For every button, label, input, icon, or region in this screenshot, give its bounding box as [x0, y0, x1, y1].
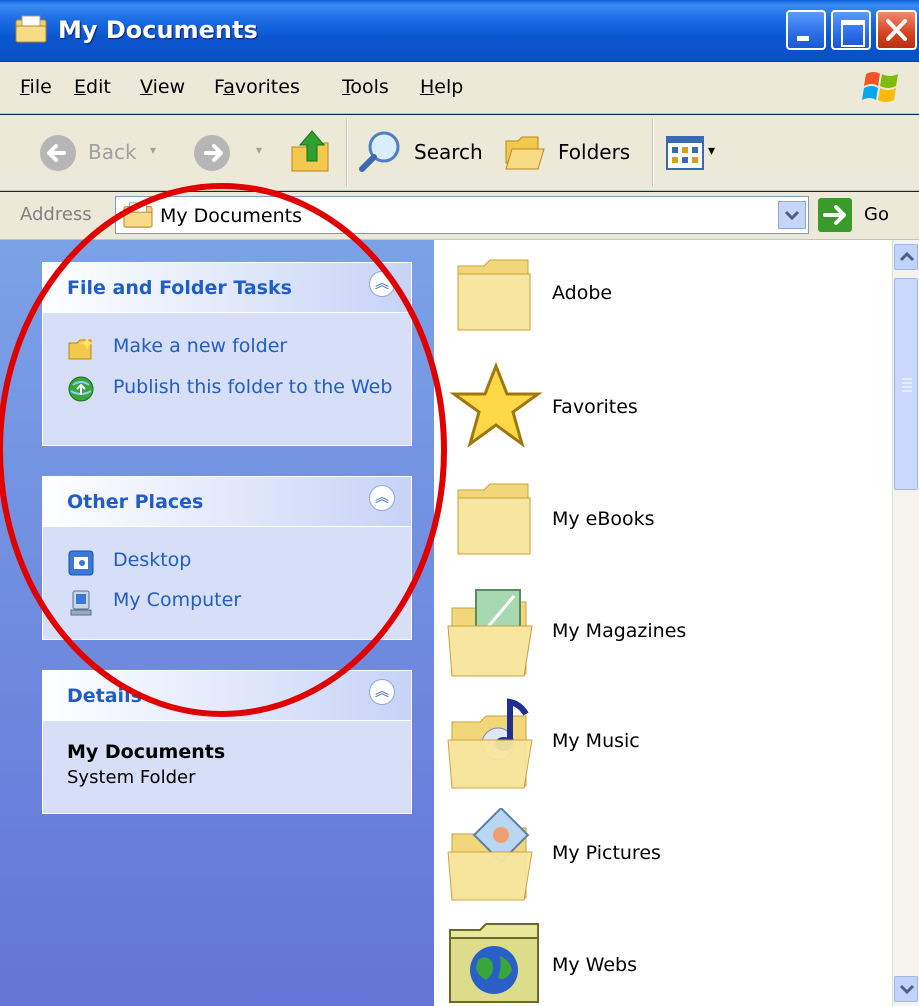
- my-documents-icon: [123, 202, 153, 228]
- address-label: Address: [20, 204, 92, 225]
- close-icon: [886, 19, 907, 41]
- menu-bar: File Edit View Favorites Tools Help: [0, 62, 919, 114]
- publish-web-icon: [68, 376, 94, 402]
- address-input[interactable]: My Documents: [115, 196, 809, 234]
- scroll-thumb[interactable]: [894, 278, 918, 490]
- folders-button[interactable]: Folders: [502, 129, 642, 175]
- folders-icon: [505, 136, 545, 170]
- menu-file[interactable]: File: [20, 76, 52, 98]
- details-panel: Details ︽ My Documents System Folder: [42, 670, 412, 814]
- go-button[interactable]: [818, 198, 852, 232]
- publish-folder-link[interactable]: Publish this folder to the Web: [113, 375, 393, 399]
- search-icon: [359, 131, 400, 172]
- views-button[interactable]: ▾: [666, 135, 726, 171]
- toolbar-separator: [346, 119, 348, 187]
- file-list: Adobe Favorites My eBooks My Magazines M…: [434, 240, 892, 1006]
- forward-dropdown-arrow[interactable]: ▾: [256, 143, 262, 157]
- desktop-link[interactable]: Desktop: [113, 549, 191, 571]
- folder-item[interactable]: My Music: [434, 696, 884, 796]
- details-type: System Folder: [67, 767, 196, 788]
- collapse-chevron-icon[interactable]: ︽: [369, 271, 395, 297]
- windows-logo-icon: [862, 72, 898, 102]
- address-dropdown-button[interactable]: [778, 201, 806, 229]
- folder-item[interactable]: My Magazines: [434, 586, 884, 686]
- file-label: Adobe: [552, 282, 613, 304]
- new-folder-icon: [68, 337, 94, 360]
- title-bar[interactable]: My Documents: [0, 0, 919, 62]
- file-label: My Pictures: [552, 842, 661, 864]
- search-label: Search: [414, 140, 483, 164]
- back-arrow-icon: [40, 135, 76, 171]
- vertical-scrollbar[interactable]: [892, 240, 919, 1006]
- chevron-down-icon: [899, 984, 915, 995]
- folder-item[interactable]: Adobe: [434, 250, 884, 350]
- magazines-folder-icon: [447, 589, 533, 677]
- other-places-panel: Other Places ︽ Desktop My Computer: [42, 476, 412, 640]
- folder-icon: [457, 483, 531, 555]
- file-label: My Music: [552, 730, 640, 752]
- grip-icon: [902, 378, 912, 392]
- desktop-icon: [68, 550, 94, 576]
- views-dropdown-arrow[interactable]: ▾: [708, 143, 715, 159]
- menu-view[interactable]: View: [140, 76, 185, 98]
- folder-item[interactable]: Favorites: [434, 360, 884, 460]
- go-arrow-icon: [823, 205, 846, 225]
- explorer-window: My Documents File Edit View Favorites To…: [0, 0, 919, 1006]
- menu-tools[interactable]: Tools: [342, 76, 389, 98]
- my-computer-icon: [70, 590, 92, 616]
- back-button[interactable]: Back ▾: [38, 133, 158, 173]
- scroll-up-button[interactable]: [894, 244, 918, 270]
- window-title: My Documents: [58, 16, 258, 44]
- folder-item[interactable]: My eBooks: [434, 474, 884, 574]
- panel-title: Details: [67, 685, 142, 707]
- menu-edit[interactable]: Edit: [74, 76, 111, 98]
- folder-item[interactable]: My Pictures: [434, 808, 884, 908]
- maximize-button[interactable]: [831, 10, 871, 50]
- search-button[interactable]: Search: [358, 129, 488, 175]
- file-folder-tasks-panel: File and Folder Tasks ︽ Make a new folde…: [42, 262, 412, 446]
- go-label[interactable]: Go: [864, 204, 889, 225]
- panel-header[interactable]: Details ︽: [43, 671, 411, 721]
- close-button[interactable]: [876, 10, 917, 50]
- make-new-folder-link[interactable]: Make a new folder: [113, 335, 287, 357]
- up-folder-icon[interactable]: [290, 127, 332, 175]
- toolbar-separator: [652, 119, 654, 187]
- address-bar: Address My Documents Go: [0, 192, 919, 240]
- task-pane: File and Folder Tasks ︽ Make a new folde…: [0, 240, 434, 1006]
- menu-favorites[interactable]: Favorites: [214, 76, 300, 98]
- menu-help[interactable]: Help: [420, 76, 463, 98]
- folder-icon: [457, 259, 531, 331]
- favorites-star-icon: [449, 362, 543, 448]
- webs-folder-icon: [449, 923, 539, 1003]
- forward-button[interactable]: ▾: [192, 133, 272, 173]
- panel-header[interactable]: Other Places ︽: [43, 477, 411, 527]
- panel-title: Other Places: [67, 491, 204, 513]
- panel-title: File and Folder Tasks: [67, 277, 292, 299]
- collapse-chevron-icon[interactable]: ︽: [369, 485, 395, 511]
- my-documents-icon: [15, 15, 47, 43]
- music-folder-icon: [447, 698, 533, 789]
- file-label: Favorites: [552, 396, 638, 418]
- file-label: My eBooks: [552, 508, 655, 530]
- views-icon: [666, 136, 704, 170]
- file-label: My Webs: [552, 954, 637, 976]
- address-value: My Documents: [160, 205, 303, 227]
- scroll-down-button[interactable]: [894, 976, 918, 1002]
- details-name: My Documents: [67, 741, 226, 763]
- file-label: My Magazines: [552, 620, 687, 642]
- folders-label: Folders: [558, 140, 631, 164]
- chevron-up-icon: [899, 251, 915, 262]
- folder-item[interactable]: My Webs: [434, 920, 884, 1006]
- standard-toolbar: Back ▾ ▾ Search Folders ▾: [0, 115, 919, 191]
- back-label: Back: [88, 140, 137, 164]
- forward-arrow-icon: [194, 135, 230, 171]
- chevron-down-icon: [784, 210, 800, 221]
- minimize-button[interactable]: [786, 10, 826, 50]
- panel-header[interactable]: File and Folder Tasks ︽: [43, 263, 411, 313]
- pictures-folder-icon: [447, 808, 533, 901]
- my-computer-link[interactable]: My Computer: [113, 589, 241, 611]
- back-dropdown-arrow[interactable]: ▾: [150, 143, 156, 157]
- collapse-chevron-icon[interactable]: ︽: [369, 679, 395, 705]
